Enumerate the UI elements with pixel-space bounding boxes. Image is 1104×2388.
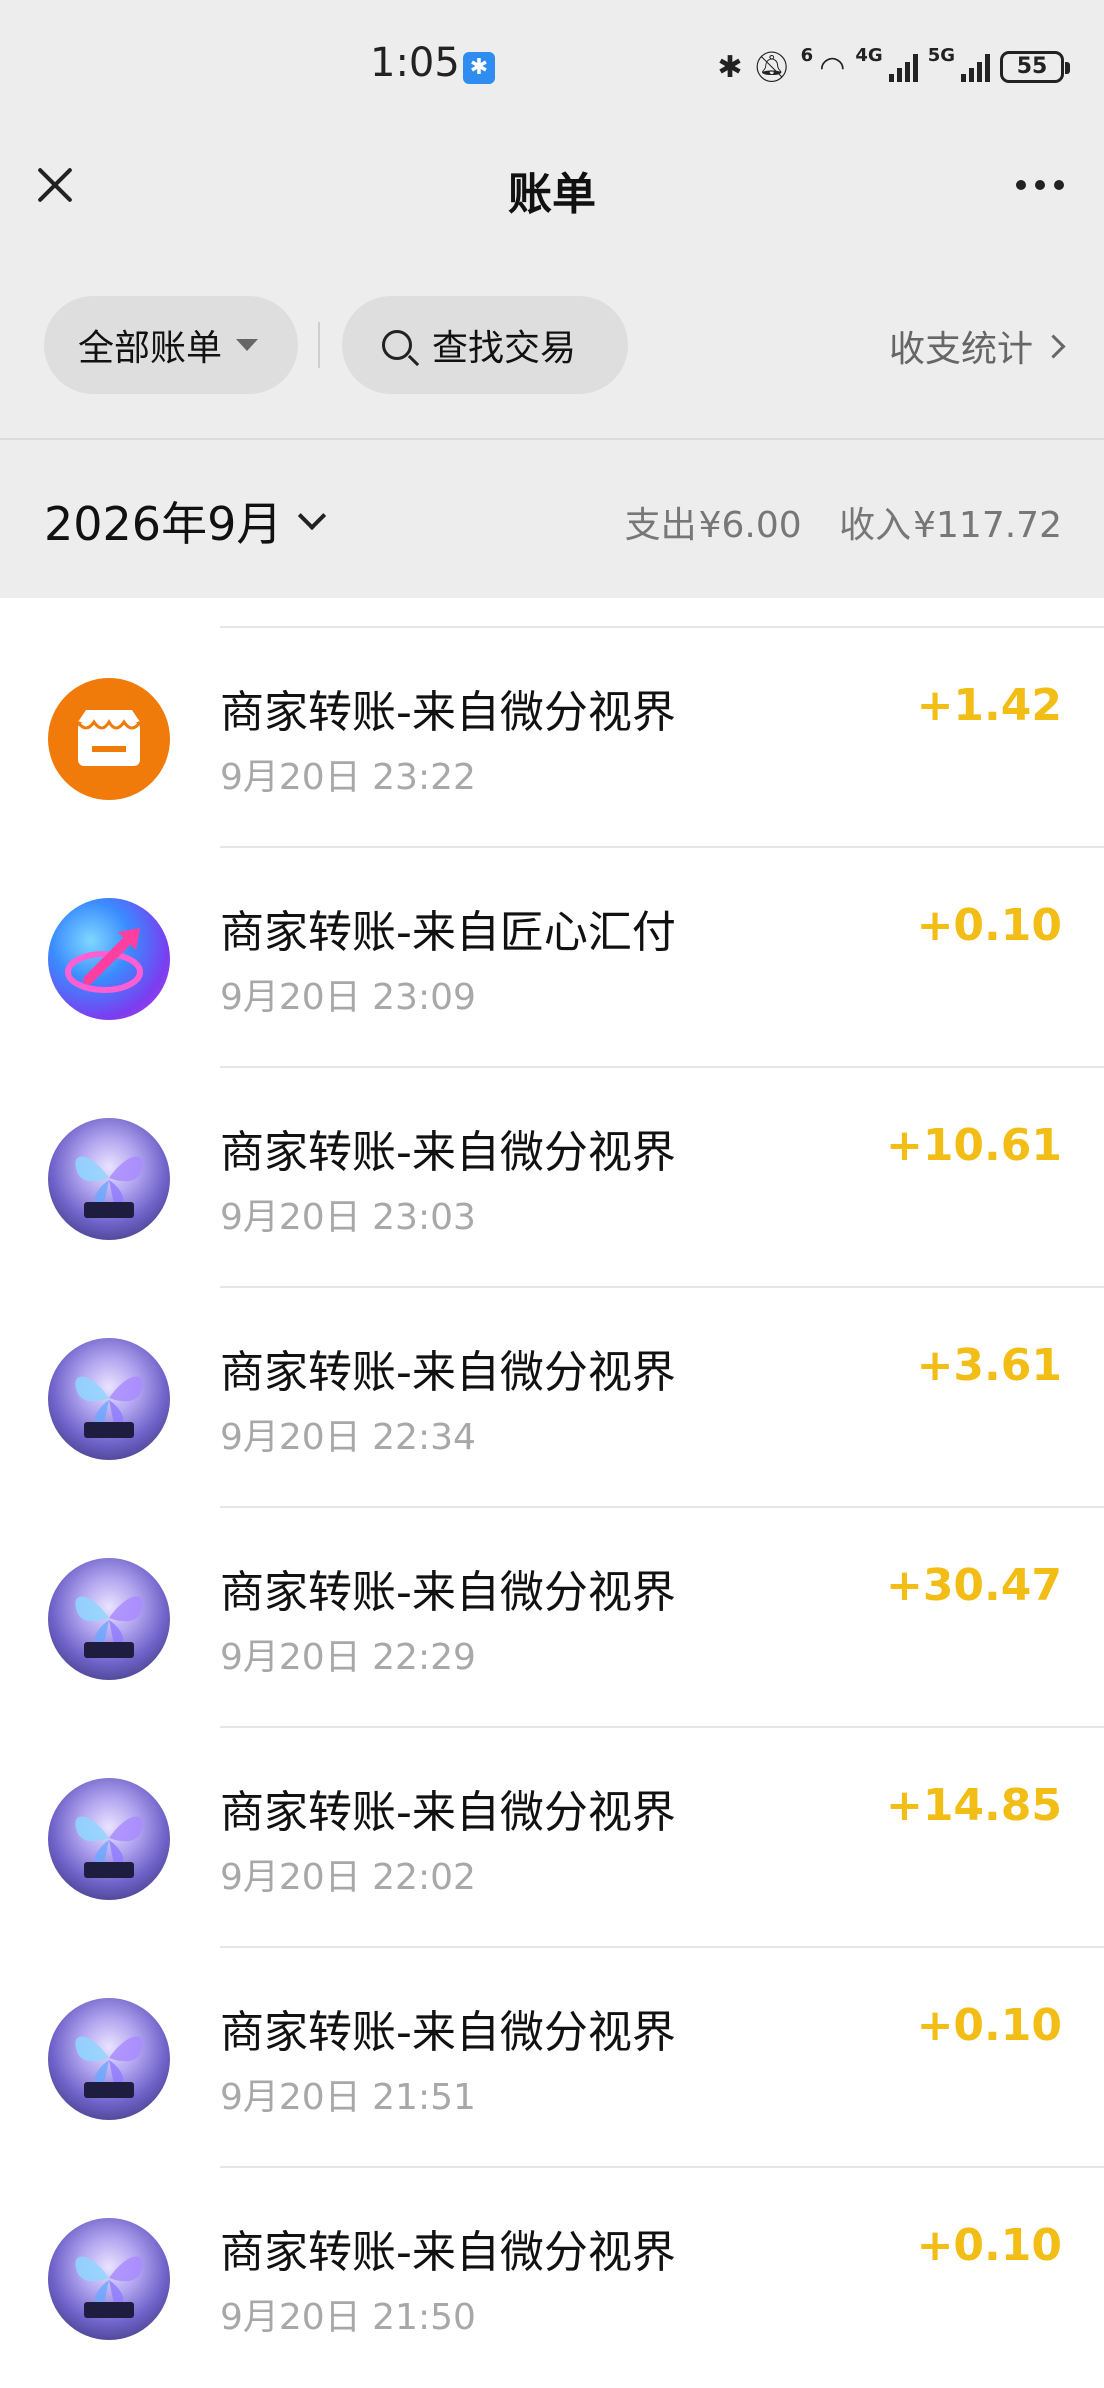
butterfly-avatar-icon: [48, 1558, 170, 1680]
transaction-row[interactable]: 商家转账-来自微分视界 9月20日 23:22 +1.42: [0, 628, 1104, 848]
all-bills-label: 全部账单: [78, 328, 223, 369]
transaction-time: 9月20日 21:50: [220, 2297, 476, 2338]
caret-down-icon: [236, 339, 259, 351]
transaction-amount: +30.47: [885, 1560, 1062, 1611]
transaction-name: 商家转账-来自微分视界: [220, 1787, 676, 1838]
month-selector[interactable]: 2026年9月: [44, 488, 327, 554]
stats-label: 收支统计: [888, 329, 1033, 370]
transaction-name: 商家转账-来自微分视界: [220, 2007, 676, 2058]
butterfly-avatar-icon: [48, 1778, 170, 1900]
shop-icon: [48, 678, 170, 800]
transaction-name: 商家转账-来自匠心汇付: [220, 907, 676, 958]
transaction-row[interactable]: 商家转账-来自微分视界 9月20日 21:50 +0.10: [0, 2168, 1104, 2388]
transaction-name: 商家转账-来自微分视界: [220, 1347, 676, 1398]
transaction-amount: +0.10: [916, 2220, 1062, 2271]
chevron-down-icon: [298, 501, 327, 531]
search-label: 查找交易: [432, 328, 577, 369]
expense-label: 支出: [624, 505, 697, 546]
butterfly-avatar-icon: [48, 1998, 170, 2120]
wifi-network-label: 6: [800, 44, 814, 66]
transaction-row[interactable]: 商家转账-来自匠心汇付 9月20日 23:09 +0.10: [0, 848, 1104, 1068]
transaction-name: 商家转账-来自微分视界: [220, 1127, 676, 1178]
bluetooth-icon: ✱: [717, 49, 743, 85]
expense-value: ¥6.00: [698, 505, 802, 546]
bluetooth-badge-icon: ✱: [463, 52, 495, 84]
transaction-time: 9月20日 22:34: [220, 1417, 476, 1458]
transaction-row[interactable]: 商家转账-来自微分视界 9月20日 22:34 +3.61: [0, 1288, 1104, 1508]
transaction-time: 9月20日 21:51: [220, 2077, 476, 2118]
signal-5g-icon: [961, 52, 990, 82]
butterfly-avatar-icon: [48, 1118, 170, 1240]
divider: [318, 322, 320, 368]
search-icon: [382, 330, 412, 360]
income-label: 收入: [839, 505, 912, 546]
arrow-logo-icon: [48, 898, 170, 1020]
transaction-list: 商家转账-来自微分视界 9月20日 23:22 +1.42 商家转账-来自匠心汇…: [0, 598, 1104, 2388]
transaction-amount: +3.61: [916, 1340, 1062, 1391]
network-5g-label: 5G: [927, 44, 955, 66]
transaction-time: 9月20日 23:03: [220, 1197, 476, 1238]
income-expense-stats-link[interactable]: 收支统计: [888, 320, 1066, 372]
transaction-amount: +0.10: [916, 900, 1062, 951]
transaction-amount: +14.85: [885, 1780, 1062, 1831]
transaction-amount: +1.42: [916, 680, 1062, 731]
transaction-row[interactable]: 商家转账-来自微分视界 9月20日 21:51 +0.10: [0, 1948, 1104, 2168]
income-value: ¥117.72: [913, 505, 1062, 546]
transaction-time: 9月20日 22:02: [220, 1857, 476, 1898]
month-summary-bar: 2026年9月 支出¥6.00 收入¥117.72: [0, 440, 1104, 598]
system-icons: ✱ 🔕︎ 6 ◠ 4G 5G 55: [717, 42, 1070, 92]
network-4g-label: 4G: [855, 44, 883, 66]
transaction-time: 9月20日 22:29: [220, 1637, 476, 1678]
all-bills-dropdown[interactable]: 全部账单: [44, 296, 298, 394]
more-options-icon[interactable]: [1016, 180, 1064, 190]
status-time: 1:05: [370, 40, 460, 86]
status-bar: 1:05 ✱ ✱ 🔕︎ 6 ◠ 4G 5G 55: [0, 0, 1104, 140]
search-transactions-button[interactable]: 查找交易: [342, 296, 628, 394]
chevron-right-icon: [1041, 333, 1066, 359]
butterfly-avatar-icon: [48, 1338, 170, 1460]
transaction-time: 9月20日 23:09: [220, 977, 476, 1018]
butterfly-avatar-icon: [48, 2218, 170, 2340]
month-summary: 支出¥6.00 收入¥117.72: [617, 496, 1062, 548]
transaction-row[interactable]: 商家转账-来自微分视界 9月20日 22:29 +30.47: [0, 1508, 1104, 1728]
signal-4g-icon: [888, 52, 918, 82]
transaction-amount: +10.61: [885, 1120, 1062, 1171]
mute-bell-icon: 🔕︎: [752, 49, 791, 85]
filter-bar: 全部账单 查找交易 收支统计: [0, 270, 1104, 440]
month-label: 2026年9月: [44, 497, 283, 551]
transaction-row[interactable]: 商家转账-来自微分视界 9月20日 22:02 +14.85: [0, 1728, 1104, 1948]
page-title: 账单: [508, 169, 596, 220]
transaction-amount: +0.10: [916, 2000, 1062, 2051]
transaction-name: 商家转账-来自微分视界: [220, 1567, 676, 1618]
transaction-name: 商家转账-来自微分视界: [220, 687, 676, 738]
battery-icon: 55: [1000, 51, 1070, 83]
transaction-row[interactable]: 商家转账-来自微分视界 9月20日 23:03 +10.61: [0, 1068, 1104, 1288]
transaction-time: 9月20日 23:22: [220, 757, 476, 798]
wifi-icon: ◠: [819, 49, 846, 85]
transaction-name: 商家转账-来自微分视界: [220, 2227, 676, 2278]
